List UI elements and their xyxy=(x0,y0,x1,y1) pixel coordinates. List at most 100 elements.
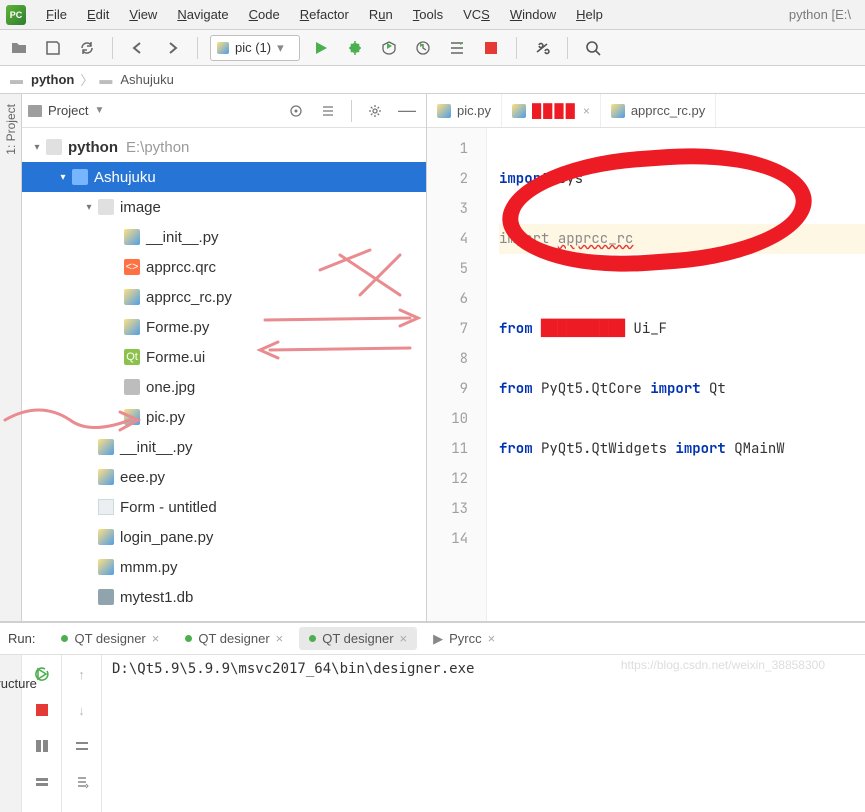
tree-file[interactable]: Form - untitled xyxy=(22,492,426,522)
folder-icon xyxy=(98,199,114,215)
menu-window[interactable]: Window xyxy=(500,3,566,26)
run-tab[interactable]: ▶Pyrcc× xyxy=(423,627,505,651)
chevron-down-icon[interactable]: ▼ xyxy=(94,105,104,116)
tree-file[interactable]: __init__.py xyxy=(22,222,426,252)
left-tool-strip: 1: Project xyxy=(0,94,22,621)
concurrency-icon[interactable] xyxy=(444,35,470,61)
separator xyxy=(351,100,352,122)
back-icon[interactable] xyxy=(125,35,151,61)
close-icon[interactable]: × xyxy=(583,104,590,118)
project-panel-title[interactable]: Project xyxy=(48,103,88,118)
settings-icon[interactable] xyxy=(529,35,555,61)
python-file-icon xyxy=(124,229,140,245)
search-icon[interactable] xyxy=(580,35,606,61)
coverage-icon[interactable] xyxy=(376,35,402,61)
tree-file[interactable]: eee.py xyxy=(22,462,426,492)
python-icon xyxy=(611,104,625,118)
menu-tools[interactable]: Tools xyxy=(403,3,453,26)
up-icon[interactable]: ↑ xyxy=(69,661,95,687)
editor-tab[interactable]: pic.py xyxy=(427,94,502,127)
tree-file[interactable]: one.jpg xyxy=(22,372,426,402)
chevron-down-icon: ▾ xyxy=(30,142,44,153)
menu-view[interactable]: View xyxy=(119,3,167,26)
close-icon[interactable]: × xyxy=(152,631,160,646)
python-file-icon xyxy=(98,559,114,575)
tree-file[interactable]: pic.py xyxy=(22,402,426,432)
pin-icon[interactable] xyxy=(29,769,55,795)
forward-icon[interactable] xyxy=(159,35,185,61)
tree-folder-image[interactable]: ▾ image xyxy=(22,192,426,222)
separator xyxy=(197,37,198,59)
menu-help[interactable]: Help xyxy=(566,3,613,26)
folder-icon: ▬ xyxy=(99,72,112,87)
open-icon[interactable] xyxy=(6,35,32,61)
save-all-icon[interactable] xyxy=(40,35,66,61)
tool-tab-project[interactable]: 1: Project xyxy=(2,100,20,159)
tree-file[interactable]: QtForme.ui xyxy=(22,342,426,372)
run-tab[interactable]: QT designer× xyxy=(299,627,417,650)
run-label: Run: xyxy=(8,631,35,646)
stop-icon[interactable] xyxy=(478,35,504,61)
project-tree[interactable]: ▾ python E:\python ▾ Ashujuku ▾ image __… xyxy=(22,128,426,621)
collapse-all-icon[interactable] xyxy=(315,98,341,124)
folder-icon: ▬ xyxy=(10,72,23,87)
python-file-icon xyxy=(124,409,140,425)
run-config-selector[interactable]: pic (1) ▾ xyxy=(210,35,300,61)
close-icon[interactable]: × xyxy=(488,631,496,646)
tree-file[interactable]: apprcc_rc.py xyxy=(22,282,426,312)
run-tabs-bar: Run: QT designer× QT designer× QT design… xyxy=(0,623,865,655)
menu-navigate[interactable]: Navigate xyxy=(167,3,238,26)
code-area[interactable]: import sys import apprcc_rc from ███████… xyxy=(487,128,865,621)
breadcrumb-child[interactable]: Ashujuku xyxy=(120,72,173,87)
tree-file[interactable]: __init__.py xyxy=(22,432,426,462)
menu-run[interactable]: Run xyxy=(359,3,403,26)
python-file-icon xyxy=(98,469,114,485)
tree-file[interactable]: <>apprcc.qrc xyxy=(22,252,426,282)
run-tab[interactable]: QT designer× xyxy=(175,627,293,650)
wrap-icon[interactable] xyxy=(69,733,95,759)
db-file-icon xyxy=(98,589,114,605)
run-output[interactable]: D:\Qt5.9\5.9.9\msvc2017_64\bin\designer.… xyxy=(102,655,865,812)
tree-file[interactable]: Forme.py xyxy=(22,312,426,342)
target-icon[interactable] xyxy=(283,98,309,124)
left-tool-strip-bottom: 7: Structure xyxy=(0,655,22,812)
debug-icon[interactable] xyxy=(342,35,368,61)
run-controls-col1 xyxy=(22,655,62,812)
minimize-icon[interactable]: — xyxy=(394,98,420,124)
tree-label: one.jpg xyxy=(146,379,195,396)
menu-code[interactable]: Code xyxy=(239,3,290,26)
scroll-to-end-icon[interactable] xyxy=(69,769,95,795)
editor-tab[interactable]: ████ × xyxy=(502,94,601,127)
tree-file[interactable]: login_pane.py xyxy=(22,522,426,552)
editor-body[interactable]: 123 456 789 101112 1314 import sys impor… xyxy=(427,128,865,621)
main-area: 1: Project Project ▼ — ▾ python E:\pytho… xyxy=(0,94,865,622)
sync-icon[interactable] xyxy=(74,35,100,61)
profile-icon[interactable] xyxy=(410,35,436,61)
tree-label: apprcc_rc.py xyxy=(146,289,232,306)
menu-vcs[interactable]: VCS xyxy=(453,3,500,26)
menu-file[interactable]: File xyxy=(36,3,77,26)
tree-label: Ashujuku xyxy=(94,169,156,186)
tree-label: apprcc.qrc xyxy=(146,259,216,276)
tab-label: ████ xyxy=(532,103,577,118)
gear-icon[interactable] xyxy=(362,98,388,124)
stop-icon[interactable] xyxy=(29,697,55,723)
close-icon[interactable]: × xyxy=(276,631,284,646)
tree-file[interactable]: mytest1.db xyxy=(22,582,426,612)
breadcrumb-root[interactable]: python xyxy=(31,72,74,87)
close-icon[interactable]: × xyxy=(400,631,408,646)
menu-edit[interactable]: Edit xyxy=(77,3,119,26)
down-icon[interactable]: ↓ xyxy=(69,697,95,723)
run-icon[interactable] xyxy=(308,35,334,61)
rerun-icon[interactable] xyxy=(29,661,55,687)
layout-icon[interactable] xyxy=(29,733,55,759)
python-file-icon xyxy=(98,439,114,455)
tree-root[interactable]: ▾ python E:\python xyxy=(22,132,426,162)
tree-folder-ashujuku[interactable]: ▾ Ashujuku xyxy=(22,162,426,192)
editor-tab[interactable]: apprcc_rc.py xyxy=(601,94,716,127)
tree-file[interactable]: mmm.py xyxy=(22,552,426,582)
separator xyxy=(516,37,517,59)
tree-label: login_pane.py xyxy=(120,529,213,546)
menu-refactor[interactable]: Refactor xyxy=(290,3,359,26)
run-tab[interactable]: QT designer× xyxy=(51,627,169,650)
